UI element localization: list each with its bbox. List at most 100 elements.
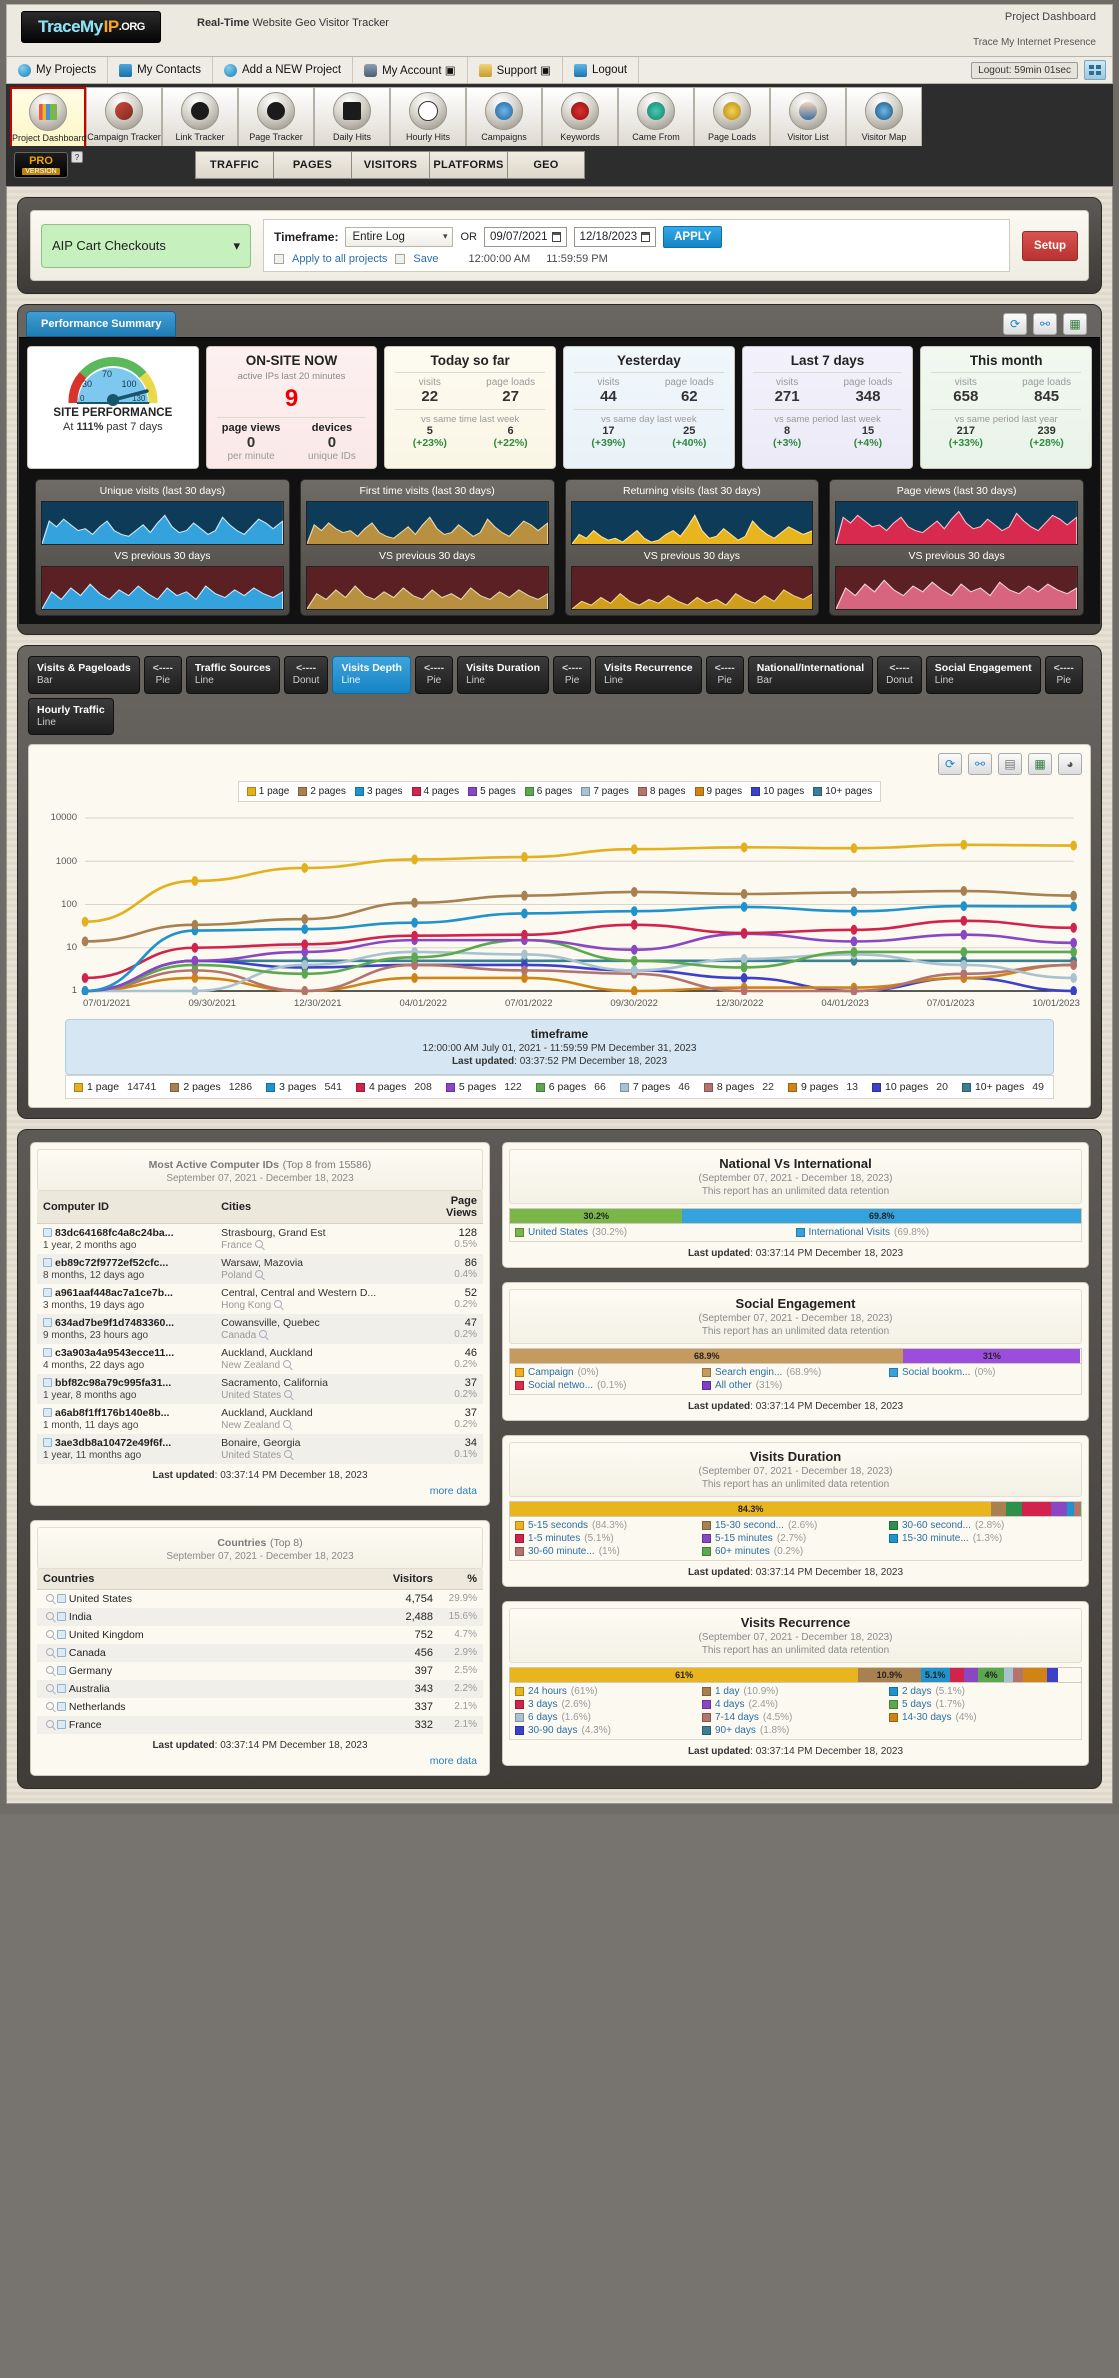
chart-tab-social-engagement[interactable]: Social Engagement Line [925,656,1041,694]
legend-item[interactable]: All other (31%) [702,1380,889,1391]
legend-item[interactable]: 3 pages [354,786,403,797]
date-from-input[interactable]: 09/07/2021 [483,227,567,247]
menu-my-contacts[interactable]: My Contacts [108,57,213,83]
nav-project-dashboard[interactable]: Project Dashboard [10,87,87,146]
nav-visitor-list[interactable]: Visitor List [770,87,846,146]
nav-visitor-map[interactable]: Visitor Map [846,87,922,146]
legend-item[interactable]: 7 pages [581,786,629,797]
search-icon[interactable] [46,1630,54,1639]
table-row[interactable]: Canada 456 2.9% [37,1644,483,1663]
legend-item[interactable]: 2 pages [298,786,346,797]
nav-keywords[interactable]: Keywords [542,87,618,146]
table-row[interactable]: c3a903a4a9543ecce11... 4 months, 22 days … [37,1344,483,1374]
clock-icon[interactable]: ◕ [1058,753,1082,776]
search-icon[interactable] [284,1390,293,1399]
legend-item[interactable]: 5-15 seconds (84.3%) [515,1520,702,1531]
search-icon[interactable] [284,1450,293,1459]
legend-item[interactable]: 7-14 days (4.5%) [702,1712,889,1723]
chart-tab-arrow-donut-2[interactable]: <---- Donut [877,656,922,694]
save-checkbox[interactable] [395,254,406,264]
project-select[interactable]: AIP Cart Checkouts ▾ [41,223,251,268]
legend-item[interactable]: 3 days (2.6%) [515,1699,702,1710]
chart-tab-arrow-donut-1[interactable]: <---- Donut [283,656,329,694]
performance-summary-tab[interactable]: Performance Summary [26,311,177,337]
chart-tab-visits-recurrence[interactable]: Visits Recurrence Line [595,656,702,694]
search-icon[interactable] [255,1270,264,1279]
nav-page-loads[interactable]: Page Loads [694,87,770,146]
legend-item[interactable]: 5 pages [468,786,516,797]
calendar-icon[interactable]: ▦ [1063,313,1087,335]
menu-my-projects[interactable]: My Projects [7,57,109,83]
nav-campaign-tracker[interactable]: Campaign Tracker [86,87,162,146]
calendar-icon[interactable]: ▦ [1028,753,1052,776]
menu-support[interactable]: Support ▣ [468,57,563,83]
search-icon[interactable] [46,1594,54,1603]
legend-item[interactable]: 14-30 days (4%) [889,1712,1076,1723]
timeframe-select[interactable]: Entire Log [345,227,454,247]
nav-came-from[interactable]: Came From [618,87,694,146]
legend-item[interactable]: 1 page [246,786,289,797]
nav-page-tracker[interactable]: Page Tracker [238,87,314,146]
table-row[interactable]: 83dc64168fc4a8c24ba... 1 year, 2 months a… [37,1224,483,1255]
chart-tab-arrow-pie-3[interactable]: <---- Pie [552,656,592,694]
menu-add-new-project[interactable]: Add a NEW Project [213,57,354,83]
table-row[interactable]: a961aaf448ac7a1ce7b... 3 months, 19 days … [37,1284,483,1314]
legend-item[interactable]: 1 day (10.9%) [702,1686,889,1697]
setup-button[interactable]: Setup [1022,230,1078,261]
legend-item[interactable]: 2 days (5.1%) [889,1686,1076,1697]
legend-item[interactable]: 24 hours (61%) [515,1686,702,1697]
chart-tab-visits-pageloads[interactable]: Visits & Pageloads Bar [28,656,140,694]
search-icon[interactable] [46,1612,54,1621]
nav-campaigns[interactable]: Campaigns [466,87,542,146]
tracemyip-logo[interactable]: TraceMy IP .ORG [21,11,161,43]
legend-item[interactable]: Search engin... (68.9%) [702,1367,889,1378]
table-row[interactable]: 634ad7be9f1d7483360... 9 months, 23 hours… [37,1314,483,1345]
legend-item[interactable]: United States (30.2%) [515,1227,796,1238]
legend-item[interactable]: 9 pages [694,786,742,797]
table-row[interactable]: 3ae3db8a10472e49f6f... 1 year, 11 months … [37,1434,483,1465]
apply-all-checkbox[interactable] [274,254,284,264]
menu-logout[interactable]: Logout [563,57,640,83]
legend-item[interactable]: 30-60 minute... (1%) [515,1546,702,1557]
chart-tab-national-international[interactable]: National/International Bar [747,656,874,694]
pro-version-badge[interactable]: PRO VERSION [14,152,68,178]
legend-item[interactable]: 4 pages [411,786,459,797]
nav-hourly-hits[interactable]: Hourly Hits [390,87,466,146]
share-icon[interactable]: ⚯ [1033,313,1057,335]
legend-item[interactable]: 90+ days (1.8%) [702,1725,889,1736]
tab-platforms[interactable]: PLATFORMS [429,151,507,179]
legend-item[interactable]: 10+ pages [813,786,872,797]
legend-item[interactable]: International Visits (69.8%) [795,1227,1077,1238]
tab-pages[interactable]: PAGES [273,151,351,179]
image-icon[interactable]: ▤ [998,753,1022,776]
table-row[interactable]: Australia 343 2.2% [37,1680,483,1699]
chart-tab-arrow-pie-1[interactable]: <---- Pie [143,656,182,694]
legend-item[interactable]: 15-30 minute... (1.3%) [889,1533,1076,1544]
legend-item[interactable]: 4 days (2.4%) [702,1699,889,1710]
share-icon[interactable]: ⚯ [968,753,992,776]
computer-ids-more-data-link[interactable]: more data [37,1483,483,1499]
legend-item[interactable]: Social bookm... (0%) [889,1367,1076,1378]
legend-item[interactable]: 8 pages [637,786,686,797]
table-row[interactable]: Netherlands 337 2.1% [37,1698,483,1716]
search-icon[interactable] [46,1684,54,1693]
table-row[interactable]: United Kingdom 752 4.7% [37,1626,483,1644]
refresh-icon[interactable]: ⟳ [938,753,962,776]
nav-link-tracker[interactable]: Link Tracker [162,87,238,146]
tab-traffic[interactable]: TRAFFIC [195,151,273,179]
table-row[interactable]: Germany 397 2.5% [37,1662,483,1680]
legend-item[interactable]: 30-90 days (4.3%) [515,1725,702,1736]
search-icon[interactable] [283,1360,292,1369]
legend-item[interactable]: 10 pages [751,786,804,797]
search-icon[interactable] [46,1720,54,1729]
legend-item[interactable]: 5-15 minutes (2.7%) [702,1533,889,1544]
chart-tab-arrow-pie-5[interactable]: <---- Pie [1044,656,1083,694]
legend-item[interactable]: Social netwo... (0.1%) [515,1380,702,1391]
tab-visitors[interactable]: VISITORS [351,151,429,179]
menu-my-account[interactable]: My Account ▣ [353,57,468,83]
legend-item[interactable]: 1-5 minutes (5.1%) [515,1533,702,1544]
refresh-icon[interactable]: ⟳ [1003,313,1027,335]
table-row[interactable]: France 332 2.1% [37,1716,483,1735]
chart-tab-arrow-pie-4[interactable]: <---- Pie [705,656,744,694]
search-icon[interactable] [255,1240,264,1249]
